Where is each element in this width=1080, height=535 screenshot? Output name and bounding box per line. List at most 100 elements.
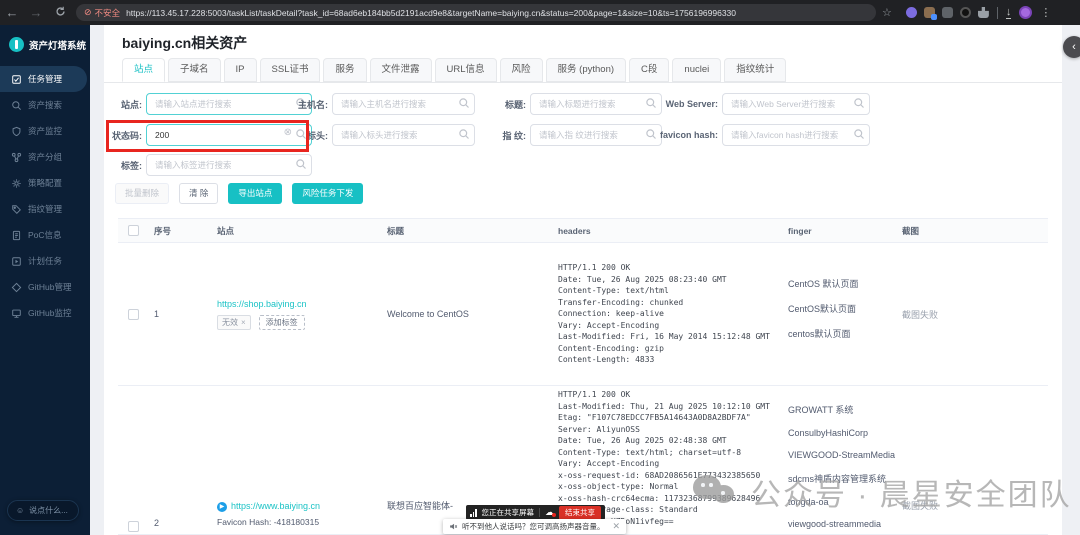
- tab[interactable]: 服务: [323, 58, 366, 82]
- header-line: x-oss-request-id: 68AD2086561E7734323856…: [558, 470, 784, 482]
- hostname-search-input[interactable]: [332, 93, 475, 115]
- browser-toolbar: ← → ⊘ 不安全 https://113.45.17.228:5003/tas…: [0, 0, 1080, 25]
- site-link[interactable]: https://www.baiying.cn: [231, 501, 320, 511]
- tab[interactable]: 服务 (python): [546, 58, 627, 82]
- column-header-screenshot: 截图: [894, 225, 1048, 237]
- site-search-input[interactable]: [146, 93, 312, 115]
- sidebar-item[interactable]: 资产监控: [0, 118, 90, 144]
- back-icon[interactable]: ←: [0, 5, 24, 20]
- sidebar-item[interactable]: 计划任务: [0, 248, 90, 274]
- tab[interactable]: IP: [224, 58, 257, 82]
- menu-kebab-icon[interactable]: ⋮: [1040, 6, 1051, 19]
- sidebar-item-label: GitHub管理: [28, 281, 71, 293]
- search-icon[interactable]: [853, 97, 865, 109]
- collapse-widget-button[interactable]: ‹: [1063, 36, 1080, 58]
- tab[interactable]: 指纹统计: [724, 58, 786, 82]
- close-icon[interactable]: ✕: [613, 521, 621, 532]
- profile-avatar[interactable]: [1019, 6, 1032, 19]
- row-checkbox[interactable]: [128, 521, 139, 532]
- url-bar[interactable]: ⊘ 不安全 https://113.45.17.228:5003/taskLis…: [76, 4, 876, 21]
- header-line: Etag: "F107C78EDCC7FB5A14643A0D8A2BDF7A": [558, 412, 784, 424]
- not-secure-badge[interactable]: ⊘ 不安全: [84, 7, 120, 19]
- tab[interactable]: 子域名: [168, 58, 221, 82]
- row-checkbox[interactable]: [128, 309, 139, 320]
- sidebar-item[interactable]: 策略配置: [0, 170, 90, 196]
- asset-tag[interactable]: 无效×: [217, 315, 251, 330]
- tab[interactable]: SSL证书: [260, 58, 321, 82]
- headers-cell: HTTP/1.1 200 OKDate: Tue, 26 Aug 2025 08…: [552, 243, 784, 385]
- header-line: Vary: Accept-Encoding: [558, 320, 784, 332]
- tab-label: IP: [236, 64, 245, 75]
- tag-remove-icon[interactable]: ×: [241, 318, 246, 327]
- select-all-checkbox[interactable]: [128, 225, 139, 236]
- sidebar-item-icon: [11, 256, 22, 267]
- screenshot-cell: 截图失败: [894, 243, 1048, 385]
- sidebar-item-icon: [11, 100, 22, 111]
- search-icon[interactable]: [458, 97, 470, 109]
- sidebar-item[interactable]: GitHub监控: [0, 300, 90, 326]
- filter-header: 标头:: [290, 124, 475, 146]
- page-title: baiying.cn相关资产: [122, 33, 247, 53]
- header-line: HTTP/1.1 200 OK: [558, 262, 784, 274]
- favicon-hash-search-input[interactable]: [722, 124, 870, 146]
- sidebar-item[interactable]: 资产搜索: [0, 92, 90, 118]
- tag-search-input[interactable]: [146, 154, 312, 176]
- title-search-input[interactable]: [530, 93, 662, 115]
- finger-search-input[interactable]: [530, 124, 662, 146]
- feedback-bubble[interactable]: ☺ 说点什么...: [7, 500, 79, 521]
- action-button-label: 导出站点: [238, 188, 272, 198]
- sidebar-item-icon: [11, 74, 22, 85]
- column-header-seq: 序号: [148, 225, 204, 237]
- sidebar-item[interactable]: 指纹管理: [0, 196, 90, 222]
- filter-label: 标题:: [492, 98, 526, 111]
- favicon-hash-text: Favicon Hash: -418180315: [217, 517, 380, 527]
- stop-sharing-button[interactable]: 结束共享: [559, 506, 601, 520]
- action-button[interactable]: 清 除: [179, 183, 218, 204]
- feedback-label: 说点什么...: [29, 505, 68, 516]
- tab[interactable]: 风险: [500, 58, 543, 82]
- extensions-puzzle-icon[interactable]: [978, 7, 989, 18]
- sidebar-item-label: 策略配置: [28, 177, 62, 189]
- action-button[interactable]: 风险任务下发: [292, 183, 363, 204]
- tab[interactable]: C段: [629, 58, 669, 82]
- action-button[interactable]: 导出站点: [228, 183, 282, 204]
- web-server-search-input[interactable]: [722, 93, 870, 115]
- tab[interactable]: URL信息: [435, 58, 497, 82]
- sidebar-item[interactable]: GitHub管理: [0, 274, 90, 300]
- sidebar-item[interactable]: 资产分组: [0, 144, 90, 170]
- finger-item: sdcms神盾内容管理系统: [788, 472, 894, 485]
- signal-bars-icon: [470, 509, 477, 517]
- extension-icon[interactable]: [942, 7, 953, 18]
- action-button-label: 风险任务下发: [302, 188, 353, 198]
- search-icon[interactable]: [853, 128, 865, 140]
- action-button[interactable]: 批量删除: [115, 183, 169, 204]
- forward-icon[interactable]: →: [24, 5, 48, 20]
- tab-label: 子域名: [180, 64, 209, 75]
- extension-icon[interactable]: [906, 7, 917, 18]
- header-search-input[interactable]: [332, 124, 475, 146]
- header-line: Content-Type: text/html: [558, 285, 784, 297]
- sidebar-item[interactable]: 任务管理: [0, 66, 87, 92]
- site-link[interactable]: https://shop.baiying.cn: [217, 299, 307, 309]
- tab-bar: 站点 子域名 IP SSL证书 服务 文件泄露: [122, 58, 786, 83]
- download-icon[interactable]: ↓: [1006, 7, 1012, 19]
- add-tag-button[interactable]: 添加标签: [259, 315, 305, 330]
- tab[interactable]: 站点: [122, 58, 165, 82]
- tab[interactable]: nuclei: [672, 58, 721, 82]
- finger-cell: GROWATT 系统ConsulbyHashiCorpVIEWGOOD-Stre…: [784, 386, 894, 534]
- search-icon[interactable]: [295, 158, 307, 170]
- extension-icons: [906, 7, 989, 18]
- screenshot-cell: 截图失败: [894, 386, 1048, 534]
- sidebar-item[interactable]: PoC信息: [0, 222, 90, 248]
- filter-label: Web Server:: [656, 99, 718, 109]
- filter-label: favicon hash:: [656, 130, 718, 140]
- reload-icon[interactable]: [48, 5, 72, 20]
- filter-label: 状态码:: [110, 129, 142, 142]
- action-button-label: 清 除: [189, 188, 208, 198]
- bookmark-star-icon[interactable]: ☆: [882, 6, 892, 19]
- search-icon[interactable]: [458, 128, 470, 140]
- tab[interactable]: 文件泄露: [370, 58, 432, 82]
- extension-icon[interactable]: [924, 7, 935, 18]
- extension-icon[interactable]: [960, 7, 971, 18]
- finger-item: VIEWGOOD-StreamMedia: [788, 450, 894, 460]
